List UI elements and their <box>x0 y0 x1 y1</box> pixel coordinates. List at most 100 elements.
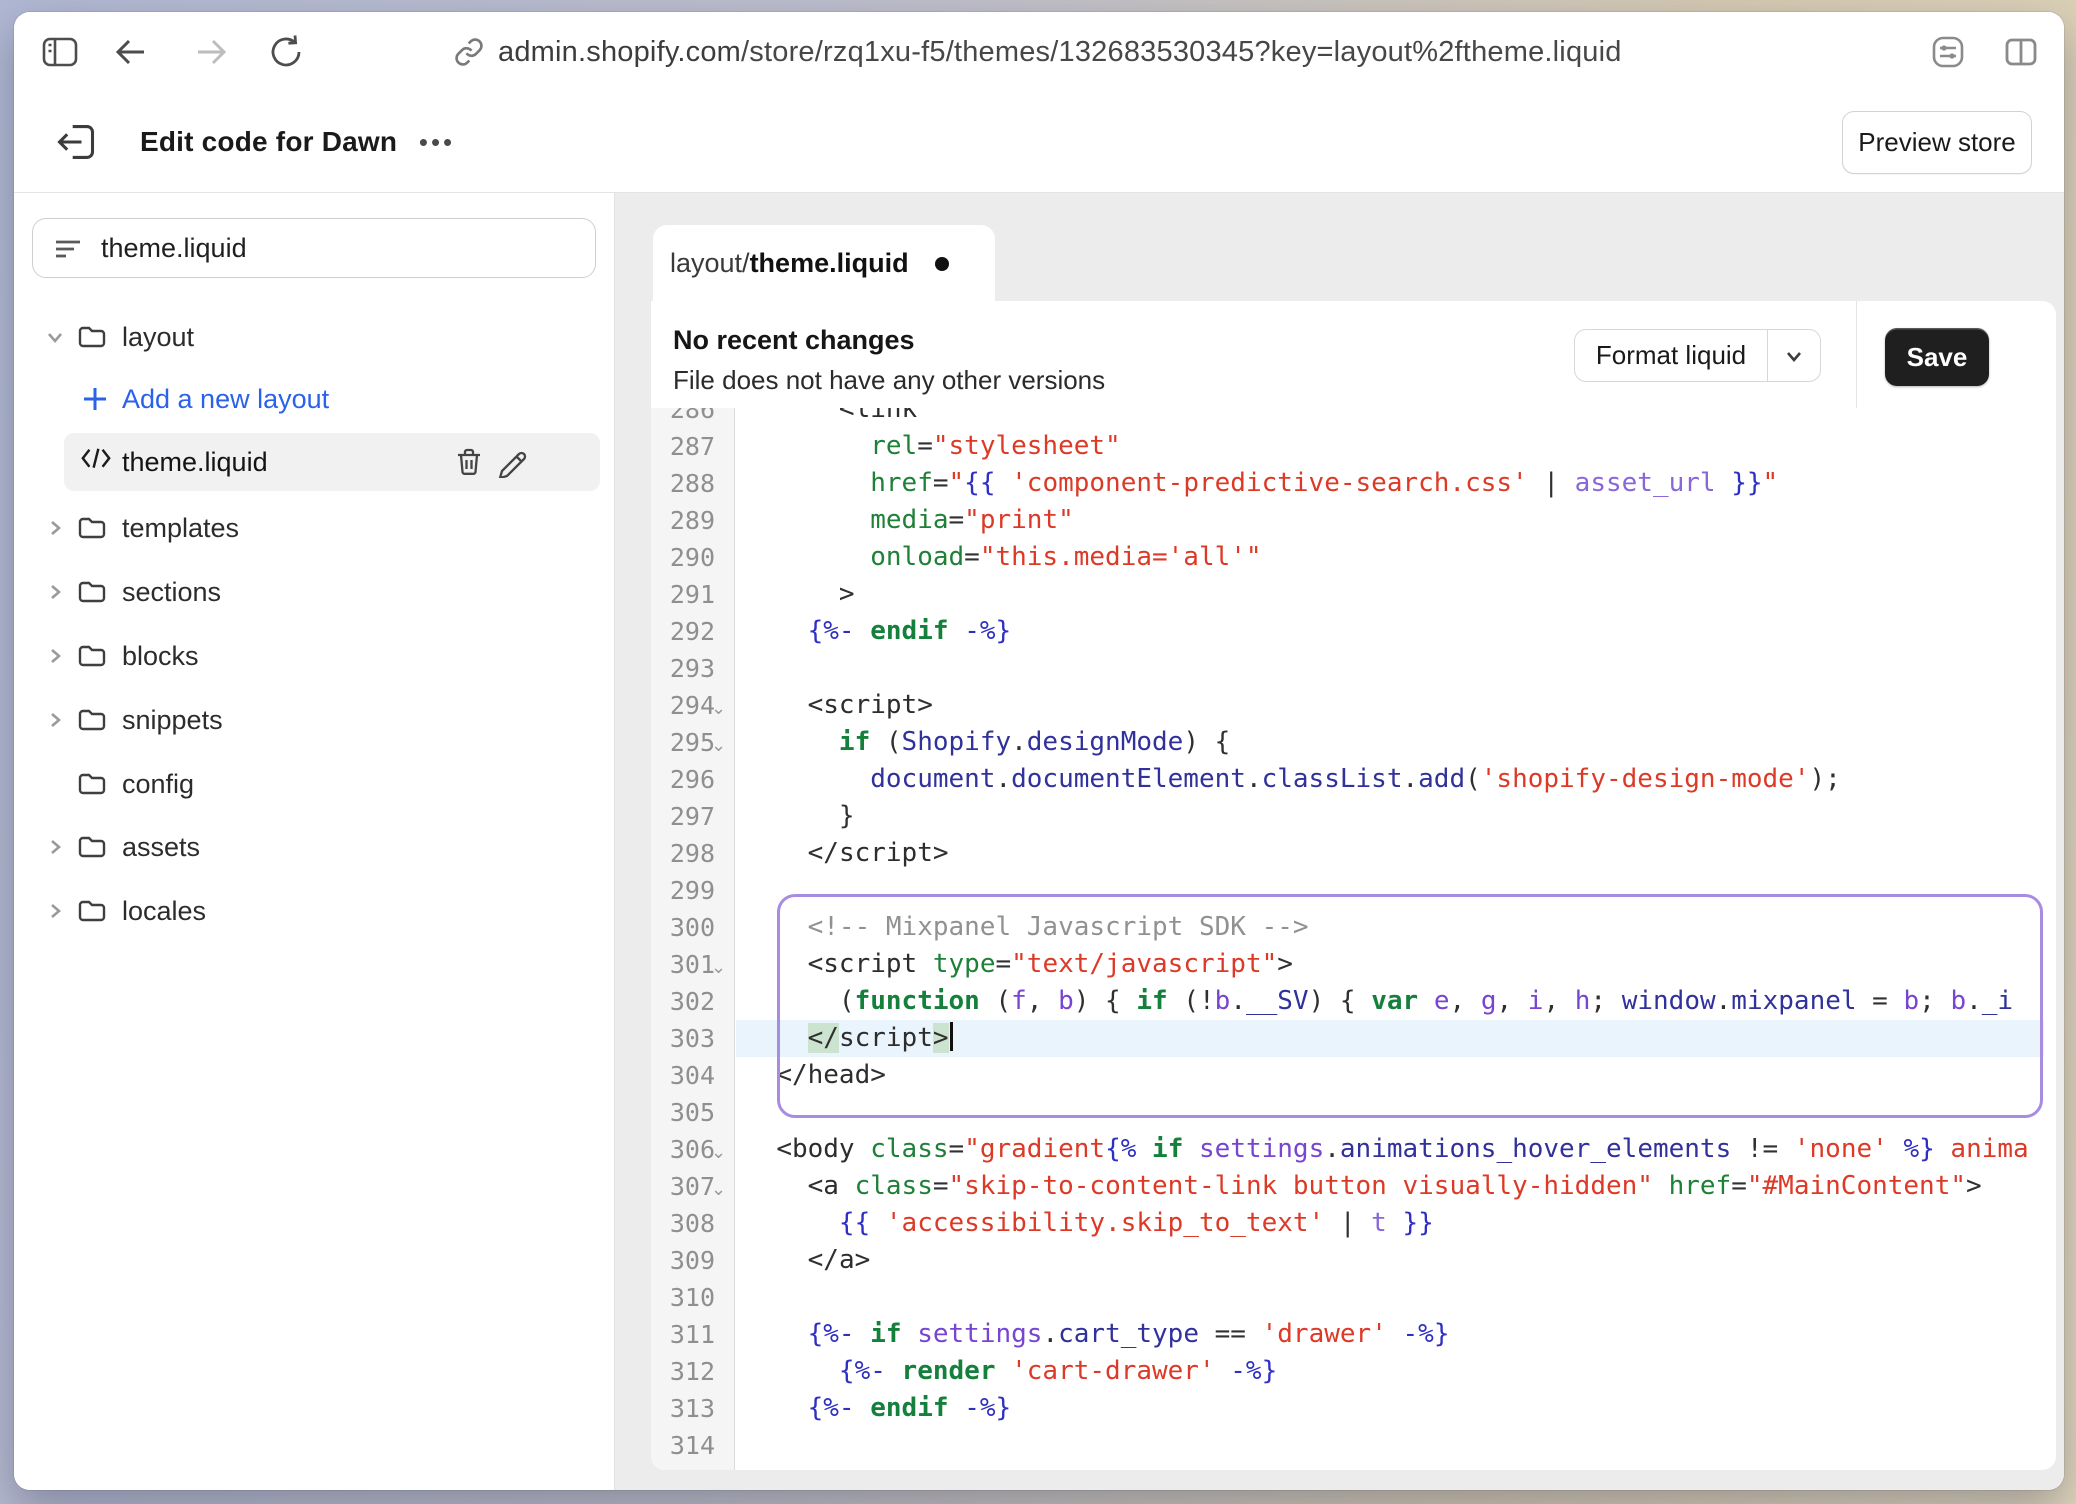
tab-path: layout/ <box>670 248 750 279</box>
code-line-active[interactable]: </script> <box>736 1020 2044 1057</box>
content-area: theme.liquid layout Add a new layout the… <box>14 193 2064 1490</box>
sidebar-toggle-icon[interactable] <box>40 32 80 72</box>
sidebar-item-theme-liquid[interactable]: theme.liquid <box>14 433 614 491</box>
sidebar-item-snippets[interactable]: snippets <box>14 691 614 749</box>
page-title: Edit code for Dawn <box>140 92 397 192</box>
sidebar-item-assets[interactable]: assets <box>14 818 614 876</box>
fold-chevron-icon[interactable]: ⌄ <box>711 1134 726 1171</box>
code-area[interactable]: <link rel="stylesheet" href="{{ 'compone… <box>736 408 2056 1470</box>
app-header: Edit code for Dawn ••• Preview store <box>14 92 2064 193</box>
header-divider <box>1856 301 1857 408</box>
fold-chevron-icon[interactable]: ⌄ <box>711 1171 726 1208</box>
sidebar-item-templates[interactable]: templates <box>14 499 614 557</box>
code-line[interactable]: </a> <box>736 1242 2044 1279</box>
code-line[interactable]: (function (f, b) { if (!b.__SV) { var e,… <box>736 983 2044 1020</box>
gutter-line: 291 <box>651 576 734 613</box>
fold-chevron-icon[interactable]: ⌄ <box>711 690 726 727</box>
sidebar-item-sections[interactable]: sections <box>14 563 614 621</box>
gutter-line: 299 <box>651 872 734 909</box>
code-line[interactable]: {%- render 'cart-drawer' -%} <box>736 1353 2044 1390</box>
more-actions-button[interactable]: ••• <box>410 118 464 166</box>
rename-file-icon[interactable] <box>495 446 527 478</box>
gutter-line: 307⌄ <box>651 1168 734 1205</box>
fold-chevron-icon[interactable]: ⌄ <box>711 949 726 986</box>
exit-icon[interactable] <box>54 120 98 164</box>
code-line[interactable]: rel="stylesheet" <box>736 428 2044 465</box>
sidebar-item-blocks[interactable]: blocks <box>14 627 614 685</box>
code-line[interactable]: {{ 'accessibility.skip_to_text' | t }} <box>736 1205 2044 1242</box>
filter-icon <box>53 233 83 263</box>
delete-file-icon[interactable] <box>453 446 485 478</box>
format-liquid-button[interactable]: Format liquid <box>1574 329 1821 382</box>
code-file-icon <box>80 446 112 478</box>
desktop-background: admin.shopify.com/store/rzq1xu-f5/themes… <box>0 0 2076 1504</box>
code-line[interactable] <box>736 872 2044 909</box>
code-line[interactable]: <link <box>736 408 2044 428</box>
browser-window: admin.shopify.com/store/rzq1xu-f5/themes… <box>14 12 2064 1490</box>
status-subtitle: File does not have any other versions <box>673 365 1105 396</box>
gutter-line: 301⌄ <box>651 946 734 983</box>
back-icon[interactable] <box>110 32 150 72</box>
url-bar[interactable]: admin.shopify.com/store/rzq1xu-f5/themes… <box>454 12 1622 92</box>
code-line[interactable]: {%- endif -%} <box>736 1390 2044 1427</box>
url-domain: admin.shopify.com <box>498 36 741 68</box>
code-line[interactable] <box>736 1094 2044 1131</box>
code-line[interactable]: if (Shopify.designMode) { <box>736 724 2044 761</box>
gutter-line: 306⌄ <box>651 1131 734 1168</box>
code-line[interactable]: href="{{ 'component-predictive-search.cs… <box>736 465 2044 502</box>
sidebar-item-config[interactable]: config <box>14 755 614 813</box>
code-line[interactable]: > <box>736 576 2044 613</box>
code-line[interactable]: {%- if settings.cart_type == 'drawer' -%… <box>736 1316 2044 1353</box>
code-line[interactable] <box>736 650 2044 687</box>
gutter: 286287288289290291292293294⌄295⌄29629729… <box>651 408 734 1470</box>
gutter-line: 289 <box>651 502 734 539</box>
code-line[interactable]: <script type="text/javascript"> <box>736 946 2044 983</box>
add-new-layout-button[interactable]: Add a new layout <box>14 370 614 428</box>
preview-store-button[interactable]: Preview store <box>1842 111 2032 174</box>
code-line[interactable]: } <box>736 798 2044 835</box>
code-line[interactable]: </head> <box>736 1057 2044 1094</box>
chevron-down-icon[interactable] <box>1767 330 1820 381</box>
code-line[interactable]: {%- endif -%} <box>736 613 2044 650</box>
folder-icon <box>76 640 108 672</box>
gutter-line: 313 <box>651 1390 734 1427</box>
folder-icon <box>76 704 108 736</box>
url-text: admin.shopify.com/store/rzq1xu-f5/themes… <box>498 36 1622 69</box>
gutter-line: 294⌄ <box>651 687 734 724</box>
code-line[interactable]: </script> <box>736 835 2044 872</box>
code-line[interactable]: media="print" <box>736 502 2044 539</box>
code-line[interactable]: document.documentElement.classList.add('… <box>736 761 2044 798</box>
split-view-icon[interactable] <box>2001 32 2041 72</box>
gutter-line: 303 <box>651 1020 734 1057</box>
tab-theme-liquid[interactable]: layout/theme.liquid <box>653 225 995 302</box>
folder-icon <box>76 895 108 927</box>
forward-icon[interactable] <box>192 32 232 72</box>
code-line[interactable] <box>736 1279 2044 1316</box>
sidebar-item-layout[interactable]: layout <box>14 308 614 366</box>
link-icon <box>454 37 484 67</box>
gutter-line: 293 <box>651 650 734 687</box>
code-editor[interactable]: 286287288289290291292293294⌄295⌄29629729… <box>651 408 2056 1470</box>
code-line[interactable]: <script> <box>736 687 2044 724</box>
gutter-line: 292 <box>651 613 734 650</box>
code-line[interactable]: <body class="gradient{% if settings.anim… <box>736 1131 2044 1168</box>
file-search-input[interactable]: theme.liquid <box>32 218 596 278</box>
folder-icon <box>76 576 108 608</box>
gutter-line: 312 <box>651 1353 734 1390</box>
fold-chevron-icon[interactable]: ⌄ <box>711 727 726 764</box>
sidebar-item-locales[interactable]: locales <box>14 882 614 940</box>
save-button[interactable]: Save <box>1885 328 1989 386</box>
code-line[interactable]: <script src="{{ 'global.js' | asset_url … <box>736 1464 2044 1470</box>
page-settings-icon[interactable] <box>1928 32 1968 72</box>
code-line[interactable] <box>736 1427 2044 1464</box>
url-path: /store/rzq1xu-f5/themes/132683530345?key… <box>741 36 1622 68</box>
tab-filename: theme.liquid <box>750 248 909 279</box>
gutter-line: 309 <box>651 1242 734 1279</box>
code-line[interactable]: <!-- Mixpanel Javascript SDK --> <box>736 909 2044 946</box>
code-line[interactable]: onload="this.media='all'" <box>736 539 2044 576</box>
gutter-line: 310 <box>651 1279 734 1316</box>
code-line[interactable]: <a class="skip-to-content-link button vi… <box>736 1168 2044 1205</box>
gutter-line: 304 <box>651 1057 734 1094</box>
reload-icon[interactable] <box>266 32 306 72</box>
browser-toolbar: admin.shopify.com/store/rzq1xu-f5/themes… <box>14 12 2064 93</box>
